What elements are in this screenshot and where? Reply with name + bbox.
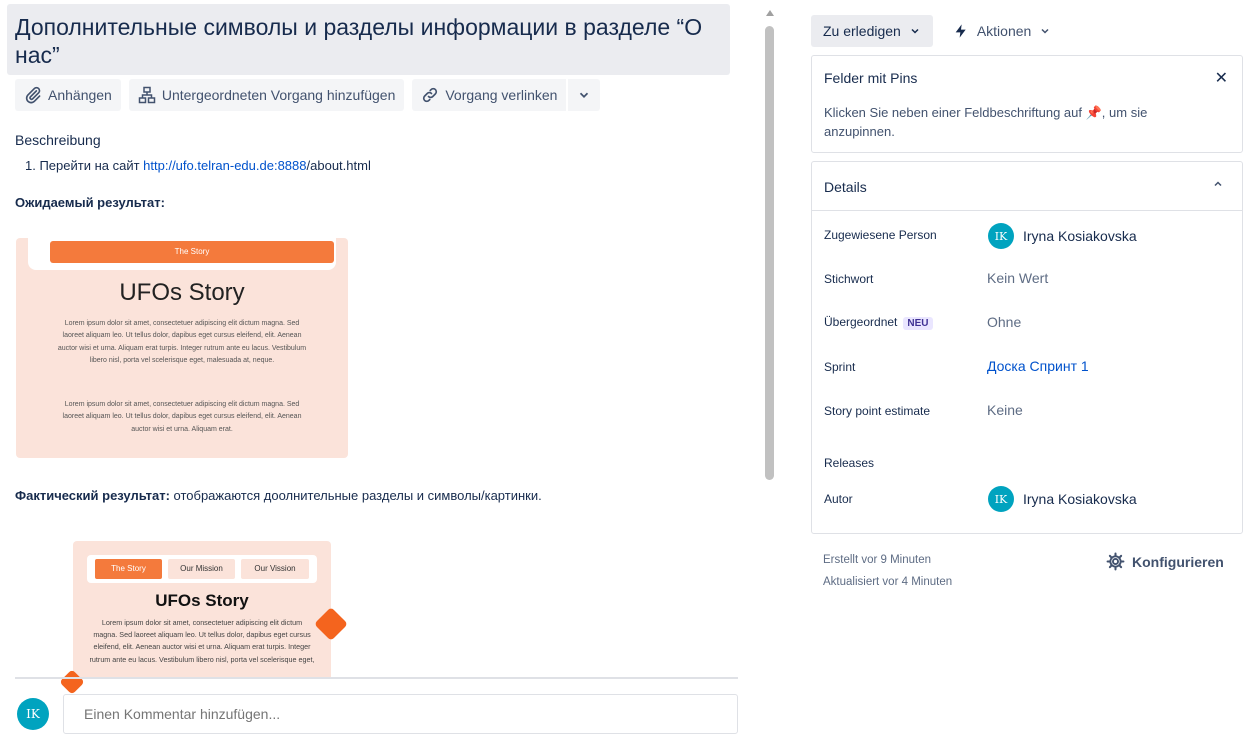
issue-main-panel: Дополнительные символы и разделы информа…	[0, 0, 760, 739]
step-link[interactable]: http://ufo.telran-edu.de:8888	[143, 158, 306, 173]
link-icon	[423, 87, 438, 103]
comment-divider	[15, 677, 738, 679]
image-tab-story: The Story	[50, 241, 334, 263]
pin-icon: 📌	[1085, 105, 1102, 120]
label-field-label: Stichwort	[824, 272, 874, 286]
image-tab-vision: Our Vission	[241, 559, 309, 579]
expected-result-label: Ожидаемый результат:	[15, 195, 165, 210]
details-card: Details Zugewiesene Person IK Iryna Kosi…	[811, 161, 1243, 534]
actual-result-text: отображаются доолнительные разделы и сим…	[169, 488, 542, 503]
pins-hint-text: Klicken Sie neben einer Feldbeschriftung…	[824, 105, 1086, 120]
attach-button-label: Anhängen	[48, 87, 112, 103]
issue-title[interactable]: Дополнительные символы и разделы информа…	[7, 4, 730, 75]
add-child-issue-label: Untergeordneten Vorgang hinzufügen	[161, 87, 396, 103]
link-issue-label: Vorgang verlinken	[445, 87, 558, 103]
parent-label: Übergeordnet NEU	[824, 315, 933, 330]
status-label: Zu erledigen	[823, 23, 901, 39]
estimate-value[interactable]: Keine	[987, 402, 1023, 418]
pinned-fields-title: Felder mit Pins	[824, 70, 918, 86]
scroll-up-arrow-icon[interactable]	[766, 10, 774, 16]
close-icon[interactable]: ✕	[1215, 68, 1228, 88]
details-title[interactable]: Details	[824, 179, 867, 195]
scrollbar-thumb[interactable]	[765, 26, 774, 480]
description-step: 1. Перейти на сайт http://ufo.telran-edu…	[25, 158, 371, 173]
step-suffix: /about.html	[306, 158, 371, 173]
divider	[812, 210, 1242, 211]
image-heading: UFOs Story	[155, 591, 249, 610]
image-tab-story: The Story	[95, 559, 162, 579]
chevron-up-icon[interactable]	[1212, 178, 1224, 193]
status-dropdown[interactable]: Zu erledigen	[811, 15, 933, 47]
configure-button[interactable]: Konfigurieren	[1106, 552, 1224, 571]
step-text: 1. Перейти на сайт	[25, 158, 144, 173]
chevron-down-icon	[580, 92, 589, 98]
pinned-fields-hint: Klicken Sie neben einer Feldbeschriftung…	[824, 103, 1194, 141]
actual-result-label: Фактический результат:	[15, 488, 170, 503]
more-actions-dropdown[interactable]	[568, 79, 601, 111]
reporter-field[interactable]: IK Iryna Kosiakovska	[988, 486, 1137, 512]
assignee-name: Iryna Kosiakovska	[1023, 228, 1137, 244]
parent-label-text: Übergeordnet	[824, 315, 898, 329]
add-child-issue-button[interactable]: Untergeordneten Vorgang hinzufügen	[128, 79, 405, 111]
image-paragraph: Lorem ipsum dolor sit amet, consectetuer…	[62, 401, 302, 433]
link-issue-split: Vorgang verlinken	[412, 79, 601, 111]
description-label: Beschreibung	[15, 132, 101, 148]
issue-header-buttons: Zu erledigen Aktionen	[811, 15, 1059, 47]
image-tabbar: The Story Our Mission Our Vission	[87, 555, 317, 583]
image-paragraph: Lorem ipsum dolor sit amet, consectetuer…	[57, 320, 307, 364]
releases-label: Releases	[824, 456, 875, 470]
updated-time: Aktualisiert vor 4 Minuten	[823, 576, 953, 588]
reporter-name: Iryna Kosiakovska	[1023, 491, 1137, 507]
lightning-icon	[955, 24, 966, 38]
image-heading: UFOs Story	[119, 279, 245, 306]
gear-icon	[1106, 552, 1125, 571]
actions-label: Aktionen	[976, 23, 1032, 39]
avatar: IK	[988, 223, 1014, 249]
link-issue-button[interactable]: Vorgang verlinken	[412, 79, 567, 111]
actions-button[interactable]: Aktionen	[945, 15, 1059, 47]
expected-result-image[interactable]: The Story UFOs Story Lorem ipsum dolor s…	[16, 238, 348, 458]
extra-symbol-icon	[314, 607, 348, 641]
created-time: Erstellt vor 9 Minuten	[823, 554, 932, 566]
actual-result-image[interactable]: The Story Our Mission Our Vission UFOs S…	[59, 541, 348, 695]
assignee-label: Zugewiesene Person	[824, 228, 937, 242]
sprint-value[interactable]: Доска Спринт 1	[987, 358, 1089, 374]
new-badge: NEU	[903, 317, 933, 330]
image-paragraph: Lorem ipsum dolor sit amet, consectetuer…	[89, 618, 315, 664]
avatar: IK	[17, 698, 49, 730]
chevron-down-icon	[911, 28, 919, 34]
attach-button[interactable]: Anhängen	[15, 79, 121, 111]
estimate-label: Story point estimate	[824, 404, 931, 418]
image-tab-mission: Our Mission	[168, 559, 235, 579]
assignee-field[interactable]: IK Iryna Kosiakovska	[988, 223, 1137, 249]
issue-toolbar: Anhängen Untergeordneten Vorgang hinzufü…	[15, 79, 601, 111]
chevron-down-icon	[1041, 28, 1049, 34]
image-tabbar: The Story	[28, 238, 336, 270]
hierarchy-icon	[138, 86, 156, 104]
parent-value[interactable]: Ohne	[987, 314, 1021, 330]
extra-symbol-icon	[59, 669, 85, 695]
comment-input[interactable]	[63, 694, 738, 734]
label-field-value[interactable]: Kein Wert	[987, 270, 1048, 286]
configure-label: Konfigurieren	[1132, 553, 1224, 570]
pinned-fields-card: Felder mit Pins ✕ Klicken Sie neben eine…	[811, 55, 1243, 153]
sprint-label: Sprint	[824, 360, 856, 374]
avatar: IK	[988, 486, 1014, 512]
reporter-label: Autor	[824, 492, 853, 506]
paperclip-icon	[25, 86, 41, 104]
actual-result: Фактический результат: отображаются доол…	[15, 488, 542, 503]
